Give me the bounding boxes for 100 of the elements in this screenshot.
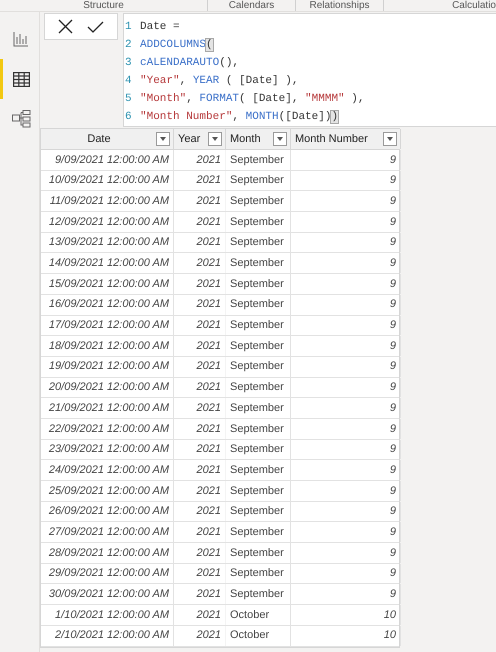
table-cell: 10/09/2021 12:00:00 AM — [41, 170, 174, 190]
table-cell: 9 — [291, 212, 401, 232]
table-cell: 2021 — [174, 460, 226, 480]
table-cell: 9 — [291, 481, 401, 501]
table-cell: 25/09/2021 12:00:00 AM — [41, 481, 174, 501]
table-cell: 2021 — [174, 253, 226, 274]
table-cell: 2021 — [174, 378, 226, 398]
table-cell: 15/09/2021 12:00:00 AM — [41, 274, 174, 294]
table-cell: 9 — [291, 170, 401, 190]
table-cell: 30/09/2021 12:00:00 AM — [41, 584, 174, 604]
table-cell: October — [226, 605, 291, 625]
table-cell: September — [226, 564, 291, 584]
table-cell: 2021 — [174, 191, 226, 212]
table-cell: September — [226, 398, 291, 418]
table-cell: 2021 — [174, 294, 226, 314]
checkmark-icon[interactable] — [87, 20, 104, 32]
table-cell: 9 — [291, 253, 401, 274]
table-cell: September — [226, 316, 291, 336]
table-cell: 2021 — [174, 150, 226, 170]
caret-icon — [160, 137, 166, 141]
caret-icon — [212, 137, 218, 141]
table-cell: September — [226, 274, 291, 294]
table-cell: 9 — [291, 398, 401, 418]
table-cell: 28/09/2021 12:00:00 AM — [41, 543, 174, 563]
table-cell: September — [226, 502, 291, 522]
table-cell: 2021 — [174, 626, 226, 646]
line-number: 4 — [124, 74, 133, 89]
table-cell: 2021 — [174, 356, 226, 377]
table-cell: September — [226, 522, 291, 542]
table-cell: 9 — [291, 356, 401, 377]
table-cell: 10 — [291, 605, 401, 625]
table-cell: September — [226, 460, 291, 480]
table-cell: 2021 — [174, 543, 226, 563]
table-cell: 9/09/2021 12:00:00 AM — [41, 150, 174, 170]
table-cell: September — [226, 481, 291, 501]
table-cell: 2021 — [174, 605, 226, 625]
table-cell: 24/09/2021 12:00:00 AM — [41, 460, 174, 480]
code-line: "Month", FORMAT( [Date], "MMMM" ), — [140, 92, 364, 107]
table-cell: September — [226, 336, 291, 356]
table-cell: 20/09/2021 12:00:00 AM — [41, 378, 174, 398]
table-cell: 2021 — [174, 336, 226, 356]
table-cell: 26/09/2021 12:00:00 AM — [41, 502, 174, 522]
table-cell: 9 — [291, 418, 401, 439]
filter-dropdown-button[interactable] — [383, 132, 397, 146]
formula-editor[interactable]: 1 Date = 2 ADDCOLUMNS( 3 cALENDARAUTO(), 4 "Year", YEAR ( [Date] ), 5 "Month", FORMAT( [Date], "MMMM" ), 6 "Month Number", MONTH([Date])) — [123, 13, 496, 127]
table-cell: 19/09/2021 12:00:00 AM — [41, 356, 174, 377]
table-cell: 10 — [291, 626, 401, 646]
table-cell: 18/09/2021 12:00:00 AM — [41, 336, 174, 356]
bar-chart-icon — [13, 31, 29, 47]
table-cell: 2021 — [174, 274, 226, 294]
filter-dropdown-button[interactable] — [273, 132, 287, 146]
table-cell: 9 — [291, 460, 401, 480]
line-number: 3 — [124, 56, 133, 71]
model-diagram-icon — [12, 110, 30, 128]
line-number: 1 — [124, 20, 133, 35]
line-number: 5 — [124, 92, 133, 107]
table-cell: October — [226, 626, 291, 646]
table-cell: September — [226, 150, 291, 170]
code-line: "Year", YEAR ( [Date] ), — [140, 74, 298, 89]
table-cell: September — [226, 253, 291, 274]
table-cell: 9 — [291, 378, 401, 398]
table-cell: 2021 — [174, 440, 226, 460]
table-cell: 2021 — [174, 418, 226, 439]
table-cell: 12/09/2021 12:00:00 AM — [41, 212, 174, 232]
table-cell: 2021 — [174, 316, 226, 336]
table-cell: September — [226, 378, 291, 398]
table-cell: 2021 — [174, 584, 226, 604]
table-cell: 9 — [291, 232, 401, 252]
table-cell: 13/09/2021 12:00:00 AM — [41, 232, 174, 252]
code-line: Date = — [140, 20, 180, 35]
filter-dropdown-button[interactable] — [208, 132, 222, 146]
table-cell: 21/09/2021 12:00:00 AM — [41, 398, 174, 418]
table-cell: 2021 — [174, 170, 226, 190]
ribbon-group-label: Relationships — [309, 0, 370, 11]
table-cell: 22/09/2021 12:00:00 AM — [41, 418, 174, 439]
line-number: 6 — [124, 110, 133, 125]
table-cell: 16/09/2021 12:00:00 AM — [41, 294, 174, 314]
table-cell: 9 — [291, 522, 401, 542]
table-cell: September — [226, 294, 291, 314]
filter-dropdown-button[interactable] — [156, 132, 170, 146]
table-grid-icon — [12, 72, 30, 86]
table-cell: September — [226, 440, 291, 460]
table-cell: 29/09/2021 12:00:00 AM — [41, 564, 174, 584]
cancel-x-icon[interactable] — [58, 19, 73, 34]
table-cell: 2021 — [174, 398, 226, 418]
table-cell: 2021 — [174, 481, 226, 501]
table-cell: 9 — [291, 191, 401, 212]
table-cell: September — [226, 191, 291, 212]
table-cell: 9 — [291, 336, 401, 356]
code-line: cALENDARAUTO(), — [140, 56, 240, 71]
table-cell: 9 — [291, 274, 401, 294]
table-cell: September — [226, 418, 291, 439]
table-cell: 9 — [291, 294, 401, 314]
table-cell: September — [226, 584, 291, 604]
table-cell: 14/09/2021 12:00:00 AM — [41, 253, 174, 274]
table-cell: 9 — [291, 502, 401, 522]
table-cell: 2021 — [174, 522, 226, 542]
table-cell: 9 — [291, 440, 401, 460]
table-cell: September — [226, 212, 291, 232]
table-cell: 9 — [291, 316, 401, 336]
